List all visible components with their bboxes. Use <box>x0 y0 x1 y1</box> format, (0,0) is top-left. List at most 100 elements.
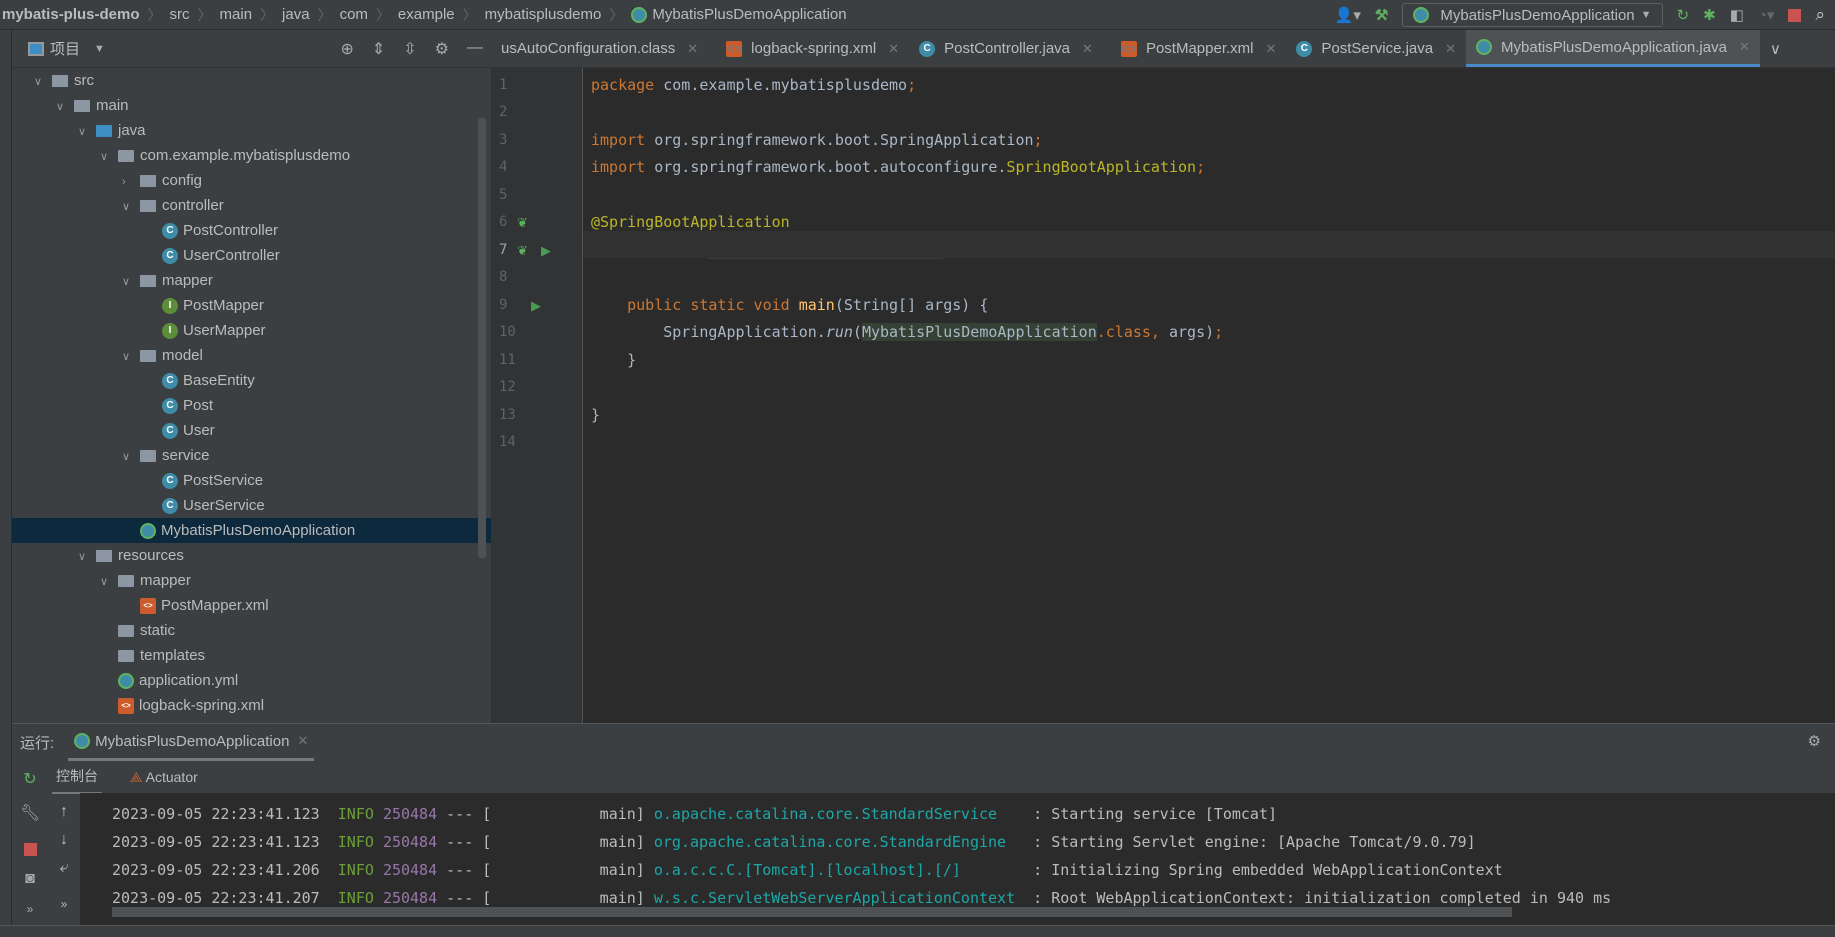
rerun-icon[interactable]: ↻ <box>23 769 36 789</box>
close-icon[interactable]: ✕ <box>1265 41 1276 57</box>
breadcrumb-item[interactable]: src <box>170 6 190 23</box>
chevron-down-icon[interactable]: ∨ <box>122 445 140 470</box>
spring-boot-icon <box>631 6 648 23</box>
tree-item[interactable]: I PostMapper <box>12 293 491 318</box>
breadcrumb-item[interactable]: main <box>220 6 253 23</box>
tree-item[interactable]: <> logback-spring.xml <box>12 693 491 718</box>
run-gutter-icon[interactable]: ▶ <box>531 292 541 320</box>
breadcrumb-item[interactable]: example <box>398 6 455 23</box>
tree-item[interactable]: C Post <box>12 393 491 418</box>
chevron-down-icon[interactable]: ∨ <box>78 545 96 570</box>
tree-item[interactable]: application.yml <box>12 668 491 693</box>
editor-tab[interactable]: MybatisPlusDemoApplication.java ✕ <box>1466 30 1760 67</box>
tree-item[interactable]: C UserService <box>12 493 491 518</box>
profile-icon[interactable]: ◔▾ <box>1758 6 1775 24</box>
tree-item[interactable]: ∨ service <box>12 443 491 468</box>
spring-bean-icon[interactable]: ❦ <box>517 237 528 265</box>
tree-item[interactable]: ∨ com.example.mybatisplusdemo <box>12 143 491 168</box>
gear-icon[interactable]: ⚙ <box>1808 732 1821 750</box>
camera-icon[interactable]: ◙ <box>25 870 35 888</box>
debug-icon[interactable]: ✱ <box>1703 6 1716 24</box>
coverage-icon[interactable]: ◧ <box>1730 6 1744 24</box>
run-configuration-select[interactable]: MybatisPlusDemoApplication ▼ <box>1402 3 1663 27</box>
wrench-icon[interactable]: 🔧︎ <box>20 803 40 823</box>
expand-all-icon[interactable]: ⇕ <box>372 39 385 59</box>
close-icon[interactable]: ✕ <box>1739 39 1750 55</box>
tree-item[interactable]: ∨ mapper <box>12 568 491 593</box>
scroll-up-icon[interactable]: ↑ <box>60 803 68 821</box>
editor-tab[interactable]: <> PostMapper.xml ✕ <box>1103 30 1286 67</box>
tree-item[interactable]: C User <box>12 418 491 443</box>
chevron-down-icon[interactable]: ∨ <box>34 70 52 95</box>
editor-tab[interactable]: usAutoConfiguration.class ✕ <box>491 30 708 67</box>
tree-item[interactable]: <> PostMapper.xml <box>12 593 491 618</box>
tab-label: PostMapper.xml <box>1145 40 1254 57</box>
line-number: 11 <box>499 351 516 368</box>
tree-item[interactable]: › config <box>12 168 491 193</box>
more-icon[interactable]: » <box>27 902 34 916</box>
tree-item[interactable]: C UserController <box>12 243 491 268</box>
close-icon[interactable]: ✕ <box>687 41 698 57</box>
chevron-down-icon[interactable]: ∨ <box>100 570 118 595</box>
tree-item[interactable]: ∨ main <box>12 93 491 118</box>
spring-bean-icon[interactable]: ❦ <box>517 209 528 237</box>
tree-scrollbar[interactable] <box>478 118 486 558</box>
tree-item[interactable]: C PostController <box>12 218 491 243</box>
chevron-down-icon[interactable]: ∨ <box>100 145 118 170</box>
editor-tab[interactable]: <> logback-spring.xml ✕ <box>708 30 909 67</box>
chevron-right-icon[interactable]: › <box>122 170 140 195</box>
collapse-all-icon[interactable]: ⇳ <box>403 39 416 59</box>
close-icon[interactable]: ✕ <box>888 41 899 57</box>
tree-item[interactable]: templates <box>12 643 491 668</box>
locate-icon[interactable]: ⊕ <box>340 39 353 59</box>
breadcrumb-item[interactable]: mybatisplusdemo <box>485 6 602 23</box>
close-icon[interactable]: ✕ <box>1445 41 1456 57</box>
run-tab[interactable]: MybatisPlusDemoApplication ✕ <box>68 724 315 761</box>
chevron-down-icon[interactable]: ∨ <box>122 270 140 295</box>
close-icon[interactable]: ✕ <box>1082 41 1093 57</box>
editor-tab[interactable]: C PostService.java ✕ <box>1286 30 1466 67</box>
breadcrumb-item[interactable]: mybatis-plus-demo <box>2 6 140 23</box>
search-icon[interactable]: ⌕ <box>1815 5 1825 25</box>
breadcrumb-item[interactable]: com <box>340 6 368 23</box>
tree-item[interactable]: ∨ resources <box>12 543 491 568</box>
tree-item[interactable]: ∨ src <box>12 68 491 93</box>
breadcrumb-item[interactable]: java <box>282 6 310 23</box>
scroll-down-icon[interactable]: ↓ <box>60 831 68 849</box>
tab-console[interactable]: 控制台 <box>52 760 102 794</box>
package-icon <box>140 450 156 463</box>
code-editor[interactable]: package com.example.mybatisplusdemo; impo… <box>583 68 1835 723</box>
tree-item[interactable]: ∨ java <box>12 118 491 143</box>
soft-wrap-icon[interactable]: ⤶ <box>60 859 69 877</box>
project-title[interactable]: 项目 <box>50 38 80 59</box>
breadcrumb-item[interactable]: MybatisPlusDemoApplication <box>652 6 846 23</box>
stop-icon[interactable] <box>1788 8 1802 22</box>
chevron-down-icon[interactable]: ∨ <box>122 345 140 370</box>
chevron-down-icon[interactable]: ∨ <box>56 95 74 120</box>
stop-icon[interactable] <box>23 843 37 856</box>
chevron-down-icon[interactable]: ∨ <box>122 195 140 220</box>
chevron-down-icon[interactable]: ∨ <box>78 120 96 145</box>
tree-item[interactable]: ∨ model <box>12 343 491 368</box>
console-output[interactable]: 2023-09-05 22:23:41.123 INFO 250484 --- … <box>80 793 1835 926</box>
gear-icon[interactable]: ⚙ <box>435 39 449 59</box>
tabs-dropdown-icon[interactable]: ∨ <box>1760 30 1791 67</box>
close-icon[interactable]: ✕ <box>297 733 308 749</box>
line-number: 3 <box>499 131 508 148</box>
tree-item[interactable]: MybatisPlusDemoApplication <box>12 518 491 543</box>
hammer-icon[interactable]: ⚒ <box>1375 6 1388 24</box>
tree-item[interactable]: C BaseEntity <box>12 368 491 393</box>
minimize-icon[interactable]: — <box>467 39 483 59</box>
editor-tab[interactable]: C PostController.java ✕ <box>909 30 1103 67</box>
tab-actuator[interactable]: ⟁ Actuator <box>130 769 198 786</box>
tree-item[interactable]: C PostService <box>12 468 491 493</box>
chevron-down-icon[interactable]: ▼ <box>94 43 105 55</box>
more-icon[interactable]: » <box>61 897 68 911</box>
tree-item[interactable]: ∨ mapper <box>12 268 491 293</box>
tree-item[interactable]: static <box>12 618 491 643</box>
run-gutter-icon[interactable]: ▶ <box>541 237 551 265</box>
user-icon[interactable]: 👤▾ <box>1335 6 1361 24</box>
tree-item[interactable]: ∨ controller <box>12 193 491 218</box>
tree-item[interactable]: I UserMapper <box>12 318 491 343</box>
rerun-icon[interactable]: ↻ <box>1677 6 1690 24</box>
